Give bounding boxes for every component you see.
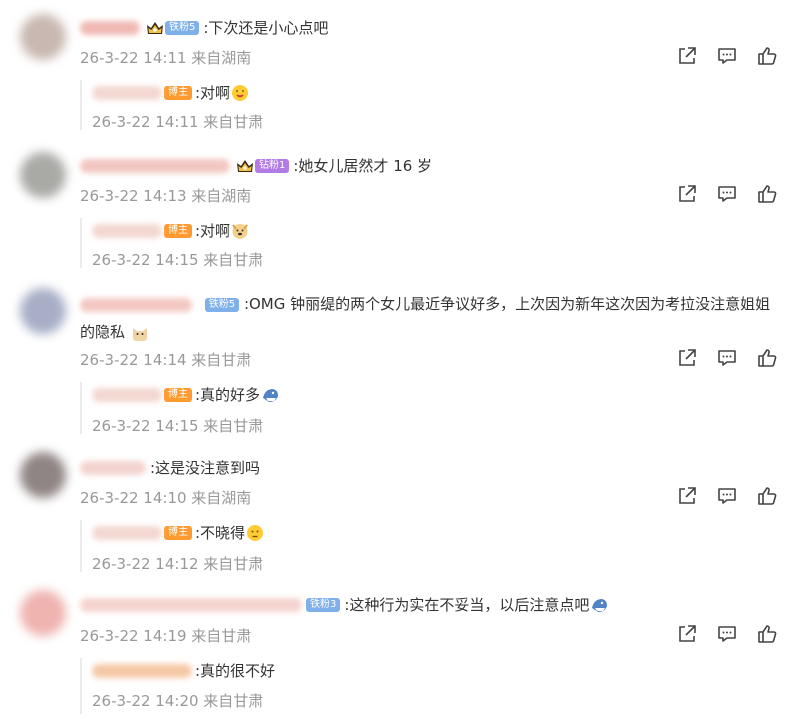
comment-icon[interactable] xyxy=(716,183,738,205)
share-icon[interactable] xyxy=(676,45,698,67)
share-icon[interactable] xyxy=(676,623,698,645)
author-badge: 博主 xyxy=(164,86,192,100)
author-badge: 博主 xyxy=(164,526,192,540)
comment-text: :这种行为实在不妥当，以后注意点吧 xyxy=(344,596,590,614)
comment-meta: 26-3-22 14:13 来自湖南 xyxy=(80,187,252,205)
author-badge: 博主 xyxy=(164,388,192,402)
avatar[interactable] xyxy=(20,152,66,198)
fan-badge: 铁粉5 xyxy=(165,21,200,35)
like-icon[interactable] xyxy=(756,485,778,507)
avatar[interactable] xyxy=(20,590,66,636)
reply: 博主 :不晓得 26-3-22 14:12 来自甘肃 xyxy=(80,520,682,573)
reply-text: :对啊 xyxy=(195,84,231,102)
like-icon[interactable] xyxy=(756,623,778,645)
username[interactable] xyxy=(80,461,146,475)
reply-username[interactable] xyxy=(92,526,162,540)
avatar[interactable] xyxy=(20,14,66,60)
reply-text: :对啊 xyxy=(195,222,231,240)
reply: 博主 :真的好多 26-3-22 14:15 来自甘肃 xyxy=(80,382,682,435)
comment-icon[interactable] xyxy=(716,45,738,67)
doge-emoji xyxy=(232,224,248,239)
shark-emoji xyxy=(592,599,608,612)
author-badge: 博主 xyxy=(164,224,192,238)
reply-meta: 26-3-22 14:20 来自甘肃 xyxy=(92,692,264,710)
comment-icon[interactable] xyxy=(716,485,738,507)
like-icon[interactable] xyxy=(756,347,778,369)
like-icon[interactable] xyxy=(756,183,778,205)
username[interactable] xyxy=(80,21,140,35)
drooling-face-emoji xyxy=(232,85,249,101)
reply: 博主 :对啊 26-3-22 14:11 来自甘肃 xyxy=(80,80,682,131)
comment-text: :她女儿居然才 16 岁 xyxy=(293,157,433,175)
cat-emoji xyxy=(132,327,147,341)
reply: 博主 :对啊 26-3-22 14:15 来自甘肃 xyxy=(80,218,682,269)
share-icon[interactable] xyxy=(676,347,698,369)
comment-text-line: 铁粉5 :下次还是小心点吧 xyxy=(80,17,328,39)
username[interactable] xyxy=(80,598,302,612)
reply-meta: 26-3-22 14:11 来自甘肃 xyxy=(92,113,264,131)
username[interactable] xyxy=(80,297,192,312)
comment-actions xyxy=(676,347,778,369)
shark-emoji xyxy=(263,389,279,402)
reply-meta: 26-3-22 14:12 来自甘肃 xyxy=(92,555,264,573)
username[interactable] xyxy=(80,159,230,173)
reply-text: :真的好多 xyxy=(195,386,261,404)
reply-text: :不晓得 xyxy=(195,524,246,542)
comment-actions xyxy=(676,485,778,507)
reply: :真的很不好 26-3-22 14:20 来自甘肃 xyxy=(80,658,682,714)
comment-text: :这是没注意到吗 xyxy=(150,459,261,477)
reply-meta: 26-3-22 14:15 来自甘肃 xyxy=(92,417,264,435)
reply-text-line: 博主 :真的好多 xyxy=(92,384,279,406)
comment-meta: 26-3-22 14:19 来自甘肃 xyxy=(80,627,252,645)
avatar[interactable] xyxy=(20,452,66,498)
reply-meta: 26-3-22 14:15 来自甘肃 xyxy=(92,251,264,269)
comment-meta: 26-3-22 14:11 来自湖南 xyxy=(80,49,252,67)
comment-meta: 26-3-22 14:14 来自甘肃 xyxy=(80,351,252,369)
share-icon[interactable] xyxy=(676,485,698,507)
reply-username[interactable] xyxy=(92,224,162,238)
crown-icon xyxy=(237,160,253,172)
avatar[interactable] xyxy=(20,288,66,334)
comment-actions xyxy=(676,623,778,645)
comment-meta: 26-3-22 14:10 来自湖南 xyxy=(80,489,252,507)
crown-icon xyxy=(147,22,163,34)
fan-badge: 钻粉1 xyxy=(255,159,290,173)
comment-icon[interactable] xyxy=(716,623,738,645)
reply-username[interactable] xyxy=(92,86,162,100)
reply-text-line: :真的很不好 xyxy=(92,660,275,682)
comment-text-line: 铁粉5 :OMG 钟丽缇的两个女儿最近争议好多，上次因为新年这次因为考拉没注意姐… xyxy=(80,290,780,346)
reply-username[interactable] xyxy=(92,664,192,678)
comment-actions xyxy=(676,45,778,67)
comment-icon[interactable] xyxy=(716,347,738,369)
comment-text-line: 钻粉1 :她女儿居然才 16 岁 xyxy=(80,155,432,177)
reply-username[interactable] xyxy=(92,388,162,402)
comment-text-line: :这是没注意到吗 xyxy=(80,457,260,479)
reply-text-line: 博主 :不晓得 xyxy=(92,522,264,544)
thinking-face-emoji xyxy=(247,525,264,541)
comment-text-line: 铁粉3 :这种行为实在不妥当，以后注意点吧 xyxy=(80,594,608,616)
like-icon[interactable] xyxy=(756,45,778,67)
share-icon[interactable] xyxy=(676,183,698,205)
fan-badge: 铁粉5 xyxy=(204,297,240,312)
reply-text-line: 博主 :对啊 xyxy=(92,220,249,242)
reply-text-line: 博主 :对啊 xyxy=(92,82,249,104)
reply-text: :真的很不好 xyxy=(195,662,276,680)
fan-badge: 铁粉3 xyxy=(306,598,341,612)
comment-actions xyxy=(676,183,778,205)
comment-text: :下次还是小心点吧 xyxy=(203,19,329,37)
